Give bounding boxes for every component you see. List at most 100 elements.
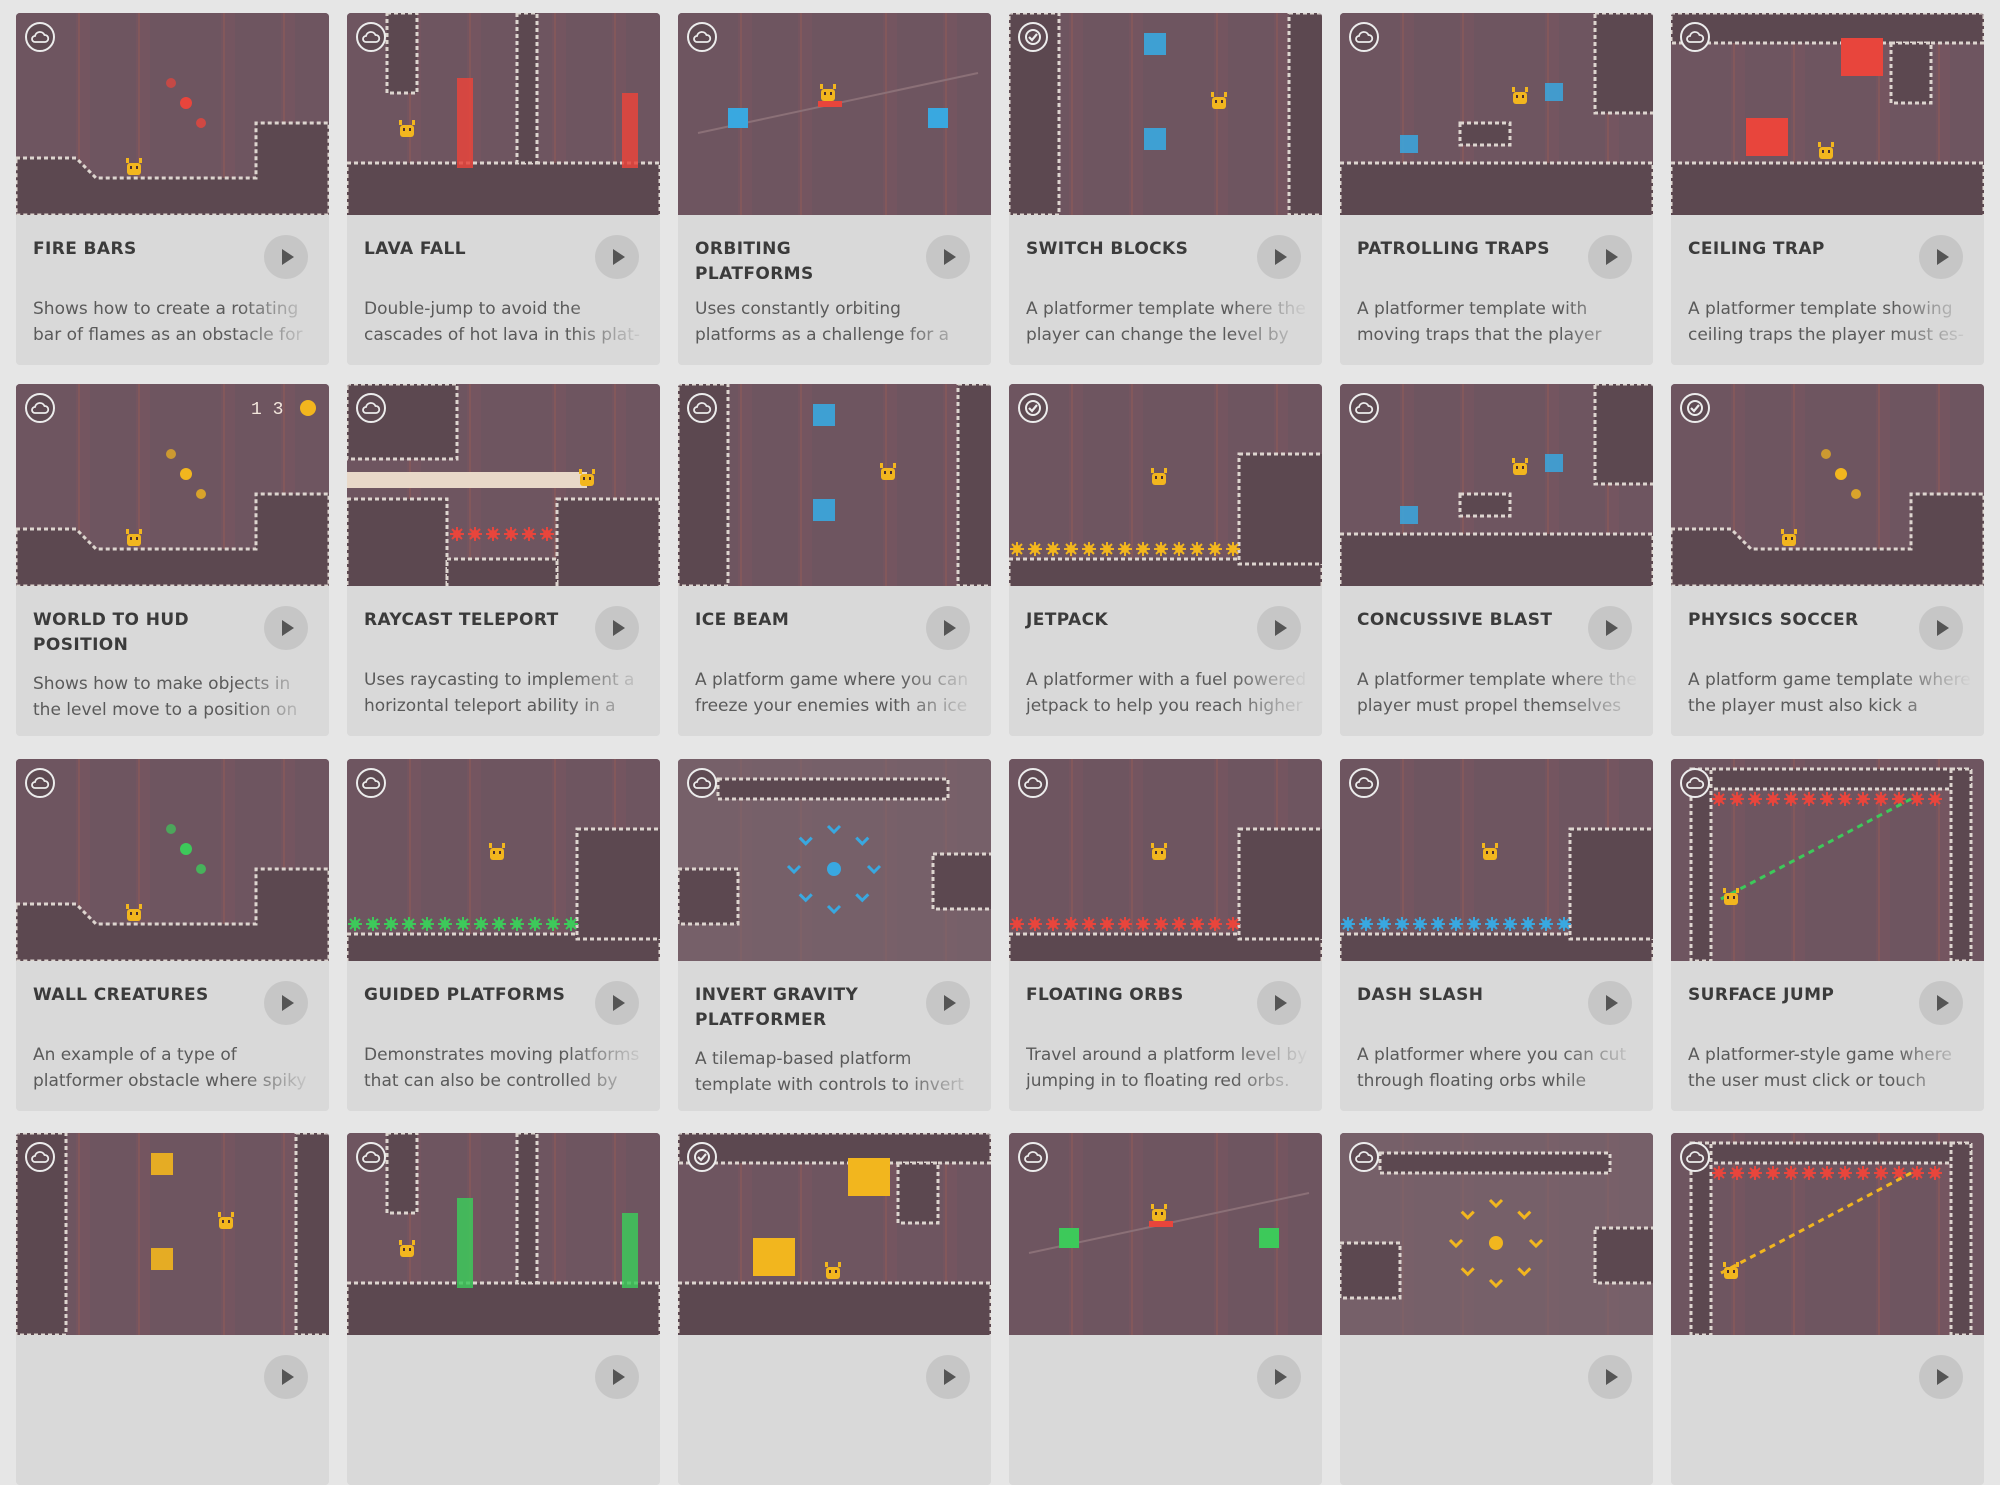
card-thumbnail[interactable] <box>678 13 991 215</box>
play-button[interactable] <box>264 1355 308 1399</box>
card-title: ICE BEAM <box>695 610 790 630</box>
card-info: FIRE BARS Shows how to create a rotating… <box>16 215 329 365</box>
play-button[interactable] <box>595 235 639 279</box>
play-button[interactable] <box>1588 606 1632 650</box>
template-card[interactable]: PHYSICS SOCCER A platform game template … <box>1671 384 1984 736</box>
template-card[interactable]: ORBITING PLATFORMS Uses constantly orbit… <box>678 13 991 365</box>
template-card[interactable]: DASH SLASH A platformer where you can cu… <box>1340 759 1653 1111</box>
card-title: GUIDED PLATFORMS <box>364 985 566 1005</box>
card-thumbnail[interactable] <box>1671 1133 1984 1335</box>
card-info: LAVA FALL Double-jump to avoid the casca… <box>347 215 660 365</box>
play-button[interactable] <box>264 235 308 279</box>
card-thumbnail[interactable] <box>678 759 991 961</box>
template-card[interactable] <box>16 1133 329 1485</box>
card-thumbnail[interactable] <box>1340 13 1653 215</box>
level-preview-art <box>1009 384 1322 586</box>
card-thumbnail[interactable]: 1 3 <box>16 384 329 586</box>
play-button[interactable] <box>595 606 639 650</box>
card-description <box>1357 1417 1642 1469</box>
cloud-icon <box>25 393 55 423</box>
card-info: DASH SLASH A platformer where you can cu… <box>1340 961 1653 1111</box>
template-card[interactable]: FLOATING ORBS Travel around a platform l… <box>1009 759 1322 1111</box>
card-title: JETPACK <box>1026 610 1109 630</box>
template-card[interactable] <box>678 1133 991 1485</box>
card-thumbnail[interactable] <box>16 13 329 215</box>
play-button[interactable] <box>1919 235 1963 279</box>
card-thumbnail[interactable] <box>1340 1133 1653 1335</box>
play-button[interactable] <box>926 981 970 1025</box>
card-thumbnail[interactable] <box>1671 384 1984 586</box>
card-info: ORBITING PLATFORMS Uses constantly orbit… <box>678 215 991 365</box>
card-title: FIRE BARS <box>33 239 137 259</box>
template-card[interactable] <box>347 1133 660 1485</box>
template-card[interactable]: INVERT GRAVITY PLATFORMER A tilemap-base… <box>678 759 991 1111</box>
play-button[interactable] <box>1919 1355 1963 1399</box>
card-description: Uses constantly orbiting platforms as a … <box>695 299 950 345</box>
card-description: A platformer template where the player m… <box>1357 670 1637 716</box>
card-thumbnail[interactable] <box>1340 759 1653 961</box>
cloud-icon <box>356 393 386 423</box>
card-thumbnail[interactable] <box>678 384 991 586</box>
template-card[interactable]: 1 3 WORLD TO HUD POSITION Shows how to m… <box>16 384 329 736</box>
template-card[interactable]: ICE BEAM A platform game where you can f… <box>678 384 991 736</box>
template-card[interactable]: PATROLLING TRAPS A platformer template w… <box>1340 13 1653 365</box>
play-button[interactable] <box>926 606 970 650</box>
play-button[interactable] <box>1257 1355 1301 1399</box>
template-card[interactable] <box>1340 1133 1653 1485</box>
play-button[interactable] <box>1919 606 1963 650</box>
play-button[interactable] <box>926 1355 970 1399</box>
card-thumbnail[interactable] <box>1009 759 1322 961</box>
card-thumbnail[interactable] <box>1671 759 1984 961</box>
template-card[interactable]: FIRE BARS Shows how to create a rotating… <box>16 13 329 365</box>
card-thumbnail[interactable] <box>1009 384 1322 586</box>
level-preview-art <box>1671 759 1984 961</box>
template-card[interactable]: WALL CREATURES An example of a type of p… <box>16 759 329 1111</box>
play-button[interactable] <box>1588 981 1632 1025</box>
template-card[interactable]: RAYCAST TELEPORT Uses raycasting to impl… <box>347 384 660 736</box>
template-card[interactable]: SURFACE JUMP A platformer-style game whe… <box>1671 759 1984 1111</box>
template-card[interactable]: CEILING TRAP A platformer template showi… <box>1671 13 1984 365</box>
card-info: CONCUSSIVE BLAST A platformer template w… <box>1340 586 1653 736</box>
play-button[interactable] <box>1919 981 1963 1025</box>
play-button[interactable] <box>1588 1355 1632 1399</box>
template-card[interactable]: JETPACK A platformer with a fuel powered… <box>1009 384 1322 736</box>
card-description: Shows how to make objects in the level m… <box>33 674 298 720</box>
play-button[interactable] <box>1257 606 1301 650</box>
play-button[interactable] <box>264 981 308 1025</box>
template-card[interactable]: CONCUSSIVE BLAST A platformer template w… <box>1340 384 1653 736</box>
card-thumbnail[interactable] <box>1009 13 1322 215</box>
card-thumbnail[interactable] <box>678 1133 991 1335</box>
template-card[interactable] <box>1671 1133 1984 1485</box>
card-thumbnail[interactable] <box>347 13 660 215</box>
card-thumbnail[interactable] <box>347 384 660 586</box>
card-description: A platform game template where the playe… <box>1688 670 1971 716</box>
cloud-icon <box>1680 22 1710 52</box>
card-description <box>33 1417 318 1469</box>
template-card[interactable]: GUIDED PLATFORMS Demonstrates moving pla… <box>347 759 660 1111</box>
template-card[interactable] <box>1009 1133 1322 1485</box>
card-thumbnail[interactable] <box>16 759 329 961</box>
card-title: INVERT GRAVITY PLATFORMER <box>695 985 859 1030</box>
level-preview-art: 1 3 <box>16 384 329 586</box>
card-description <box>1688 1417 1973 1469</box>
play-button[interactable] <box>264 606 308 650</box>
play-button[interactable] <box>595 1355 639 1399</box>
card-thumbnail[interactable] <box>16 1133 329 1335</box>
template-card[interactable]: LAVA FALL Double-jump to avoid the casca… <box>347 13 660 365</box>
card-thumbnail[interactable] <box>347 759 660 961</box>
cloud-icon <box>1349 393 1379 423</box>
template-card[interactable]: SWITCH BLOCKS A platformer template wher… <box>1009 13 1322 365</box>
card-thumbnail[interactable] <box>347 1133 660 1335</box>
card-title: CONCUSSIVE BLAST <box>1357 610 1553 630</box>
cloud-icon <box>25 768 55 798</box>
play-button[interactable] <box>926 235 970 279</box>
card-thumbnail[interactable] <box>1009 1133 1322 1335</box>
card-info <box>347 1335 660 1485</box>
play-button[interactable] <box>1588 235 1632 279</box>
play-button[interactable] <box>595 981 639 1025</box>
card-thumbnail[interactable] <box>1340 384 1653 586</box>
card-description <box>695 1417 980 1469</box>
play-button[interactable] <box>1257 981 1301 1025</box>
play-button[interactable] <box>1257 235 1301 279</box>
card-thumbnail[interactable] <box>1671 13 1984 215</box>
